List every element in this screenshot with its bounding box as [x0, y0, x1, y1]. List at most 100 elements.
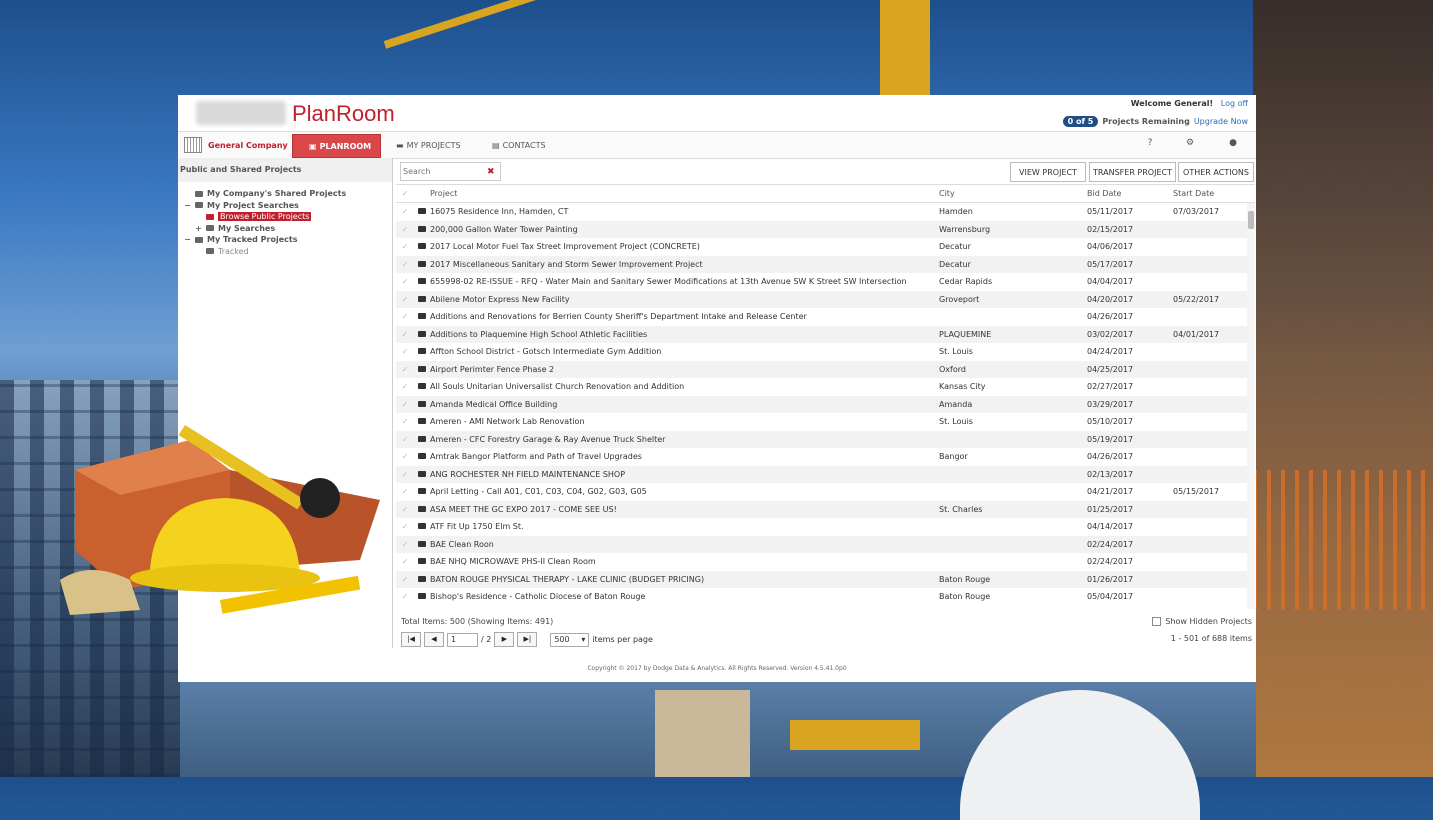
- row-checkbox[interactable]: ✓: [396, 435, 414, 444]
- next-page-button[interactable]: ▶: [494, 632, 515, 647]
- table-row[interactable]: ✓ BATON ROUGE PHYSICAL THERAPY - LAKE CLI…: [396, 570, 1255, 588]
- view-project-button[interactable]: VIEW PROJECT: [1010, 162, 1086, 182]
- cell-project[interactable]: 16075 Residence Inn, Hamden, CT: [430, 207, 939, 216]
- table-row[interactable]: ✓ 2017 Local Motor Fuel Tax Street Improv…: [396, 238, 1255, 256]
- cell-project[interactable]: 2017 Miscellaneous Sanitary and Storm Se…: [430, 260, 939, 269]
- cell-project[interactable]: BAE Clean Roon: [430, 540, 939, 549]
- other-actions-button[interactable]: OTHER ACTIONS: [1178, 162, 1254, 182]
- cell-project[interactable]: ASA MEET THE GC EXPO 2017 - COME SEE US!: [430, 505, 939, 514]
- row-checkbox[interactable]: ✓: [396, 575, 414, 584]
- cell-project[interactable]: Bishop's Residence - Catholic Diocese of…: [430, 592, 939, 601]
- select-all-checkbox[interactable]: ✓: [396, 189, 414, 198]
- row-checkbox[interactable]: ✓: [396, 470, 414, 479]
- table-row[interactable]: ✓ BAE Clean Roon 02/24/2017: [396, 535, 1255, 553]
- user-icon[interactable]: ●: [1226, 138, 1240, 152]
- row-checkbox[interactable]: ✓: [396, 295, 414, 304]
- page-number-input[interactable]: 1: [447, 632, 478, 647]
- table-row[interactable]: ✓ Affton School District - Gotsch Interme…: [396, 343, 1255, 361]
- row-checkbox[interactable]: ✓: [396, 522, 414, 531]
- tab-my-projects[interactable]: ▬ MY PROJECTS: [380, 134, 477, 156]
- column-header-city[interactable]: City: [939, 189, 1087, 198]
- table-row[interactable]: ✓ Ameren - CFC Forestry Garage & Ray Aven…: [396, 430, 1255, 448]
- column-header-project[interactable]: Project: [430, 189, 939, 198]
- cell-project[interactable]: 655998-02 RE-ISSUE - RFQ - Water Main an…: [430, 277, 939, 286]
- table-row[interactable]: ✓ April Letting - Call A01, C01, C03, C04…: [396, 483, 1255, 501]
- table-row[interactable]: ✓ All Souls Unitarian Universalist Church…: [396, 378, 1255, 396]
- cell-project[interactable]: Additions to Plaquemine High School Athl…: [430, 330, 939, 339]
- row-checkbox[interactable]: ✓: [396, 592, 414, 601]
- cell-project[interactable]: Airport Perimter Fence Phase 2: [430, 365, 939, 374]
- row-checkbox[interactable]: ✓: [396, 277, 414, 286]
- column-header-bid-date[interactable]: Bid Date: [1087, 189, 1173, 198]
- collapse-icon[interactable]: −: [184, 235, 191, 244]
- tree-node[interactable]: − My Tracked Projects: [178, 234, 392, 246]
- cell-project[interactable]: Additions and Renovations for Berrien Co…: [430, 312, 939, 321]
- show-hidden-checkbox[interactable]: [1152, 617, 1162, 626]
- cell-project[interactable]: April Letting - Call A01, C01, C03, C04,…: [430, 487, 939, 496]
- table-row[interactable]: ✓ 655998-02 RE-ISSUE - RFQ - Water Main a…: [396, 273, 1255, 291]
- row-checkbox[interactable]: ✓: [396, 330, 414, 339]
- table-row[interactable]: ✓ Airport Perimter Fence Phase 2 Oxford 04/…: [396, 360, 1255, 378]
- table-row[interactable]: ✓ Bishop's Residence - Catholic Diocese o…: [396, 588, 1255, 606]
- row-checkbox[interactable]: ✓: [396, 400, 414, 409]
- row-checkbox[interactable]: ✓: [396, 540, 414, 549]
- last-page-button[interactable]: ▶|: [517, 632, 538, 647]
- table-row[interactable]: ✓ ASA MEET THE GC EXPO 2017 - COME SEE US…: [396, 500, 1255, 518]
- row-checkbox[interactable]: ✓: [396, 260, 414, 269]
- table-row[interactable]: ✓ Amtrak Bangor Platform and Path of Trav…: [396, 448, 1255, 466]
- table-row[interactable]: ✓ Additions and Renovations for Berrien C…: [396, 308, 1255, 326]
- scrollbar-thumb[interactable]: [1248, 211, 1254, 229]
- table-row[interactable]: ✓ ANG ROCHESTER NH FIELD MAINTENANCE SHOP…: [396, 465, 1255, 483]
- upgrade-link[interactable]: Upgrade Now: [1194, 117, 1248, 126]
- row-checkbox[interactable]: ✓: [396, 225, 414, 234]
- row-checkbox[interactable]: ✓: [396, 487, 414, 496]
- row-checkbox[interactable]: ✓: [396, 312, 414, 321]
- table-row[interactable]: ✓ Abilene Motor Express New Facility Grove…: [396, 290, 1255, 308]
- table-row[interactable]: ✓ Amanda Medical Office Building Amanda 03/…: [396, 395, 1255, 413]
- prev-page-button[interactable]: ◀: [424, 632, 444, 647]
- table-row[interactable]: ✓ 2017 Miscellaneous Sanitary and Storm S…: [396, 255, 1255, 273]
- search-input[interactable]: [401, 166, 487, 177]
- collapse-icon[interactable]: −: [184, 201, 191, 210]
- tab-planroom[interactable]: ▣ PLANROOM: [292, 134, 381, 158]
- per-page-select[interactable]: 500 ▾: [550, 632, 590, 647]
- tree-node[interactable]: Browse Public Projects: [178, 211, 392, 223]
- settings-icon[interactable]: ⚙: [1183, 138, 1197, 152]
- cell-project[interactable]: BATON ROUGE PHYSICAL THERAPY - LAKE CLIN…: [430, 575, 939, 584]
- cell-project[interactable]: ANG ROCHESTER NH FIELD MAINTENANCE SHOP: [430, 470, 939, 479]
- tab-contacts[interactable]: ▤ CONTACTS: [476, 134, 562, 156]
- tree-node[interactable]: − My Project Searches: [178, 200, 392, 212]
- logoff-link[interactable]: Log off: [1221, 99, 1248, 108]
- table-row[interactable]: ✓ 200,000 Gallon Water Tower Painting Warr…: [396, 220, 1255, 238]
- tree-node[interactable]: My Company's Shared Projects: [178, 188, 392, 200]
- clear-search-icon[interactable]: ✖: [487, 167, 495, 177]
- cell-project[interactable]: Ameren - AMI Network Lab Renovation: [430, 417, 939, 426]
- company-switcher[interactable]: General Company: [184, 136, 288, 154]
- table-row[interactable]: ✓ Ameren - AMI Network Lab Renovation St. …: [396, 413, 1255, 431]
- row-checkbox[interactable]: ✓: [396, 452, 414, 461]
- table-row[interactable]: ✓ BAE NHQ MICROWAVE PHS-II Clean Room 02/2…: [396, 553, 1255, 571]
- cell-project[interactable]: All Souls Unitarian Universalist Church …: [430, 382, 939, 391]
- table-row[interactable]: ✓ ATF Fit Up 1750 Elm St. 04/14/2017: [396, 518, 1255, 536]
- cell-project[interactable]: 2017 Local Motor Fuel Tax Street Improve…: [430, 242, 939, 251]
- vertical-scrollbar[interactable]: [1247, 203, 1255, 609]
- cell-project[interactable]: Amtrak Bangor Platform and Path of Trave…: [430, 452, 939, 461]
- row-checkbox[interactable]: ✓: [396, 417, 414, 426]
- cell-project[interactable]: Ameren - CFC Forestry Garage & Ray Avenu…: [430, 435, 939, 444]
- row-checkbox[interactable]: ✓: [396, 207, 414, 216]
- row-checkbox[interactable]: ✓: [396, 347, 414, 356]
- row-checkbox[interactable]: ✓: [396, 557, 414, 566]
- tree-node[interactable]: Tracked: [178, 246, 392, 258]
- cell-project[interactable]: ATF Fit Up 1750 Elm St.: [430, 522, 939, 531]
- show-hidden-toggle[interactable]: Show Hidden Projects: [1152, 617, 1252, 626]
- help-icon[interactable]: ?: [1143, 138, 1157, 152]
- expand-icon[interactable]: +: [195, 224, 202, 233]
- cell-project[interactable]: Affton School District - Gotsch Intermed…: [430, 347, 939, 356]
- table-row[interactable]: ✓ Additions to Plaquemine High School Ath…: [396, 325, 1255, 343]
- row-checkbox[interactable]: ✓: [396, 365, 414, 374]
- row-checkbox[interactable]: ✓: [396, 242, 414, 251]
- cell-project[interactable]: Abilene Motor Express New Facility: [430, 295, 939, 304]
- cell-project[interactable]: BAE NHQ MICROWAVE PHS-II Clean Room: [430, 557, 939, 566]
- column-header-start-date[interactable]: Start Date: [1173, 189, 1243, 198]
- first-page-button[interactable]: |◀: [401, 632, 421, 647]
